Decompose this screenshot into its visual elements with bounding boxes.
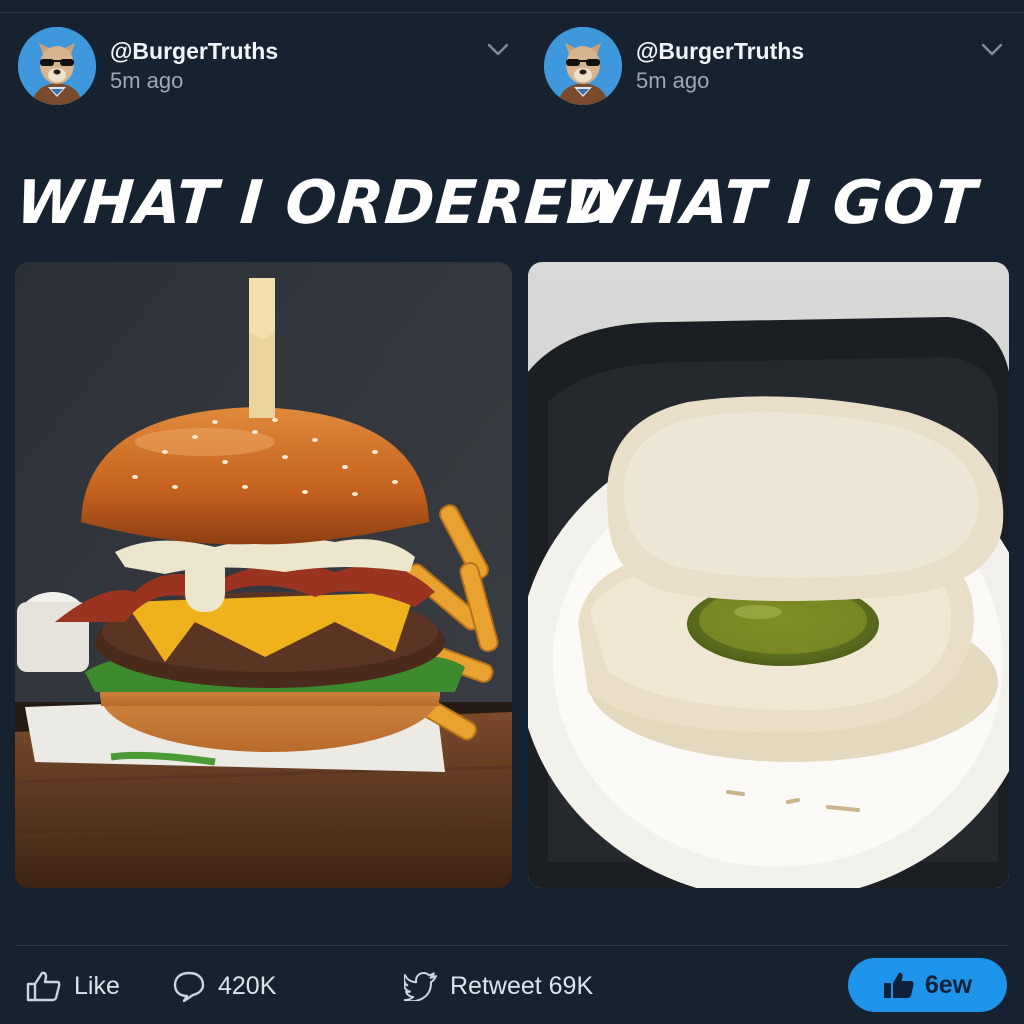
post-header-right: @BurgerTruths 5m ago	[544, 26, 1012, 106]
dog-avatar-icon	[544, 27, 622, 105]
comment-button[interactable]: 420K	[172, 958, 276, 1014]
avatar[interactable]	[544, 27, 622, 105]
post-menu-button[interactable]	[478, 30, 518, 70]
post-menu-button[interactable]	[972, 30, 1012, 70]
action-bar: Like 420K Retweet 69K 6ew	[0, 958, 1024, 1014]
comment-count: 420K	[218, 971, 277, 1000]
user-handle[interactable]: @BurgerTruths	[110, 36, 478, 66]
chevron-down-icon	[981, 43, 1003, 56]
user-handle[interactable]: @BurgerTruths	[636, 36, 972, 66]
thumbs-up-icon	[26, 971, 61, 1002]
post-header-left: @BurgerTruths 5m ago	[18, 26, 518, 106]
like-label: Like	[74, 971, 120, 1000]
top-divider	[0, 12, 1024, 13]
like-button[interactable]: Like	[26, 958, 120, 1014]
bird-icon	[404, 972, 437, 1001]
primary-like-label: 6ew	[924, 970, 973, 999]
chevron-down-icon	[487, 43, 509, 56]
post-time: 5m ago	[110, 68, 184, 93]
actions-divider	[15, 945, 1009, 946]
caption-what-i-ordered: WHAT I ORDERED	[13, 168, 620, 238]
comment-bubble-icon	[173, 971, 205, 1002]
caption-what-i-got: WHAT I GOT	[561, 168, 980, 238]
post-time: 5m ago	[636, 68, 710, 93]
avatar[interactable]	[18, 27, 96, 105]
primary-like-button[interactable]: 6ew	[848, 958, 1007, 1012]
thumbs-up-icon	[883, 972, 914, 998]
received-burger-photo[interactable]	[528, 262, 1009, 888]
dog-avatar-icon	[18, 27, 96, 105]
retweet-label: Retweet 69K	[450, 971, 594, 1000]
retweet-button[interactable]: Retweet 69K	[404, 958, 593, 1014]
ordered-burger-photo[interactable]	[15, 262, 512, 888]
